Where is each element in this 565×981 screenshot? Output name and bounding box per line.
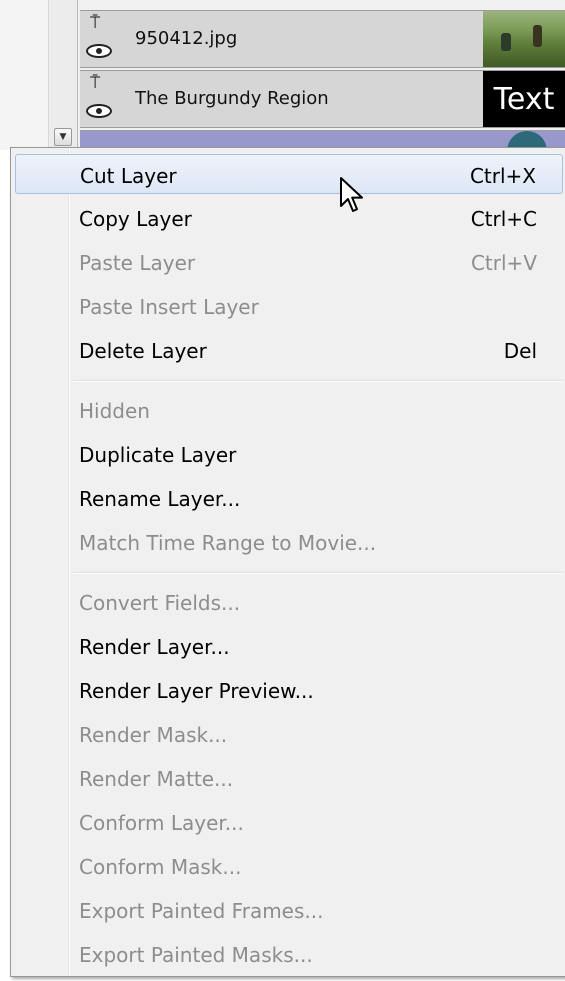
menu-item-label: Delete Layer (79, 339, 207, 363)
menu-item-export-painted-frames[interactable]: Export Painted Frames... (15, 890, 563, 930)
menu-item-shortcut: Ctrl+V (470, 251, 537, 275)
menu-item-label: Duplicate Layer (79, 443, 237, 467)
menu-item-render-layer-preview[interactable]: Render Layer Preview... (15, 670, 563, 710)
menu-item-copy-layer[interactable]: Copy Layer Ctrl+C (15, 198, 563, 238)
menu-item-conform-layer[interactable]: Conform Layer... (15, 802, 563, 842)
pin-icon[interactable]: ⍑ (90, 15, 100, 32)
menu-item-paste-layer[interactable]: Paste Layer Ctrl+V (15, 242, 563, 282)
menu-item-render-matte[interactable]: Render Matte... (15, 758, 563, 798)
layer-name: The Burgundy Region (135, 88, 329, 109)
menu-item-label: Match Time Range to Movie... (79, 531, 377, 555)
menu-item-cut-layer[interactable]: Cut Layer Ctrl+X (15, 154, 563, 194)
layer-thumbnail-photo (483, 11, 565, 67)
menu-item-label: Convert Fields... (79, 591, 241, 615)
menu-item-label: Export Painted Frames... (79, 899, 324, 923)
menu-item-match-time-range-to-movie[interactable]: Match Time Range to Movie... (15, 522, 563, 562)
menu-item-label: Paste Layer (79, 251, 196, 275)
menu-item-shortcut: Ctrl+C (470, 207, 537, 231)
menu-item-export-painted-masks[interactable]: Export Painted Masks... (15, 934, 563, 974)
menu-item-rename-layer[interactable]: Rename Layer... (15, 478, 563, 518)
eye-icon[interactable] (86, 104, 112, 118)
menu-item-label: Hidden (79, 399, 150, 423)
layer-context-menu: Cut Layer Ctrl+X Copy Layer Ctrl+C Paste Lay… (10, 147, 565, 977)
menu-item-label: Conform Layer... (79, 811, 244, 835)
mouse-cursor-icon (340, 177, 363, 212)
menu-item-label: Cut Layer (80, 164, 177, 188)
layer-thumbnail-text: Text (483, 71, 565, 127)
menu-separator (73, 380, 563, 382)
layer-row[interactable]: ⍑ 950412.jpg (80, 10, 565, 68)
menu-item-render-mask[interactable]: Render Mask... (15, 714, 563, 754)
menu-item-render-layer[interactable]: Render Layer... (15, 626, 563, 666)
menu-item-paste-insert-layer[interactable]: Paste Insert Layer (15, 286, 563, 326)
menu-item-label: Copy Layer (79, 207, 192, 231)
menu-item-convert-fields[interactable]: Convert Fields... (15, 582, 563, 622)
menu-separator (73, 572, 563, 574)
scroll-down-button[interactable]: ▼ (54, 128, 72, 146)
eye-icon[interactable] (86, 44, 112, 58)
menu-item-label: Rename Layer... (79, 487, 241, 511)
pin-icon[interactable]: ⍑ (90, 75, 100, 92)
menu-item-label: Conform Mask... (79, 855, 242, 879)
menu-item-duplicate-layer[interactable]: Duplicate Layer (15, 434, 563, 474)
layer-panel-margin (0, 0, 49, 150)
menu-item-label: Export Painted Masks... (79, 943, 313, 967)
menu-item-conform-mask[interactable]: Conform Mask... (15, 846, 563, 886)
menu-item-label: Render Mask... (79, 723, 228, 747)
menu-item-label: Render Layer... (79, 635, 230, 659)
menu-item-shortcut: Ctrl+X (469, 164, 536, 188)
menu-item-label: Paste Insert Layer (79, 295, 259, 319)
layer-name: 950412.jpg (135, 28, 238, 49)
menu-item-delete-layer[interactable]: Delete Layer Del (15, 330, 563, 370)
layer-row[interactable]: ⍑ The Burgundy Region Text (80, 70, 565, 128)
menu-item-label: Render Matte... (79, 767, 234, 791)
menu-item-label: Render Layer Preview... (79, 679, 314, 703)
menu-item-hidden[interactable]: Hidden (15, 390, 563, 430)
menu-item-shortcut: Del (503, 339, 537, 363)
